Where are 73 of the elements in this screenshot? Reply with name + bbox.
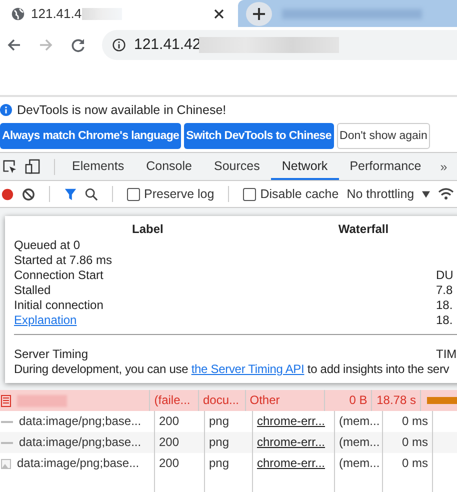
record-icon[interactable]: [1, 188, 14, 200]
server-timing-title: Server Timing: [14, 347, 88, 362]
close-icon[interactable]: [214, 8, 224, 18]
timing-label: Initial connection: [14, 298, 104, 313]
devtools-tab[interactable]: Console: [135, 153, 203, 180]
waterfall-bar: [426, 397, 457, 404]
infobar-button[interactable]: Don't show again: [336, 123, 430, 149]
checkbox[interactable]: Preserve log: [127, 187, 214, 201]
blurred-text: [82, 8, 122, 20]
timing-label: Stalled: [14, 283, 51, 298]
table-cell-text: data:image/png;base...: [19, 434, 142, 451]
table-cell: 200: [155, 453, 205, 474]
timing-value: TIM: [436, 347, 457, 362]
dropdown-caret-icon[interactable]: [422, 190, 430, 198]
back-icon[interactable]: [6, 36, 22, 52]
plus-icon: [253, 8, 265, 20]
table-cell-text: data:image/png;base...: [17, 455, 140, 472]
server-timing-api-link[interactable]: the Server Timing API: [191, 362, 304, 376]
timing-value: DU: [436, 268, 454, 283]
table-cell: Other: [246, 390, 326, 411]
timing-value: 18.: [436, 298, 453, 313]
table-cell: 200: [155, 432, 205, 453]
table-cell: 0 ms: [383, 453, 433, 474]
devtools-tab[interactable]: Sources: [202, 153, 271, 180]
table-cell: 0 B: [325, 390, 372, 411]
timing-label: Started at 7.86 ms: [14, 253, 112, 268]
infobar-message: DevTools is now available in Chinese!: [17, 103, 226, 117]
table-cell: (faile...: [150, 390, 199, 411]
timing-label: Queued at 0: [14, 238, 80, 253]
inspect-icon[interactable]: [2, 159, 17, 174]
dash-icon: [1, 440, 13, 444]
address-bar[interactable]: 121.41.42: [102, 30, 457, 60]
search-icon[interactable]: [85, 188, 98, 200]
table-cell: 0 ms: [383, 432, 433, 453]
table-cell: png: [205, 432, 253, 453]
table-cell: png: [205, 453, 253, 474]
timing-value: 7.8: [436, 283, 453, 298]
devtools-tab[interactable]: Performance: [338, 153, 432, 180]
table-cell[interactable]: chrome-err...: [253, 453, 335, 474]
infobar-button[interactable]: Always match Chrome's language: [0, 123, 182, 149]
checkbox[interactable]: Disable cache: [243, 187, 339, 201]
table-cell-text: data:image/png;base...: [19, 413, 142, 430]
document-icon: [1, 394, 11, 406]
request-row[interactable]: data:image/png;base... 200 png chrome-err... (mem... 0 ms: [0, 432, 457, 453]
tab-title: 121.41.4: [31, 6, 82, 21]
reload-icon[interactable]: [70, 36, 86, 52]
timing-label: Connection Start: [14, 268, 104, 283]
column-header: Label: [132, 222, 164, 238]
info-icon: [112, 38, 126, 52]
device-icon[interactable]: [25, 159, 40, 174]
server-timing-description: During development, you can use the Server Timing API to add insights into the serv: [14, 362, 450, 377]
wifi-icon[interactable]: [438, 187, 454, 201]
table-cell: (mem...: [335, 453, 383, 474]
table-cell: 18.78 s: [372, 390, 421, 411]
filter-icon[interactable]: [64, 188, 77, 200]
throttling-dropdown[interactable]: No throttling: [346, 187, 414, 201]
table-cell: docu...: [198, 390, 246, 411]
globe-icon: [11, 6, 25, 20]
devtools-tab[interactable]: Network: [270, 153, 339, 180]
request-row[interactable]: data:image/png;base... 200 png chrome-err... (mem... 0 ms: [0, 453, 457, 474]
more-tabs-button[interactable]: »: [432, 160, 448, 174]
url-text: 121.41.42: [134, 36, 201, 53]
clear-icon[interactable]: [22, 188, 35, 200]
timing-value: 18.: [436, 313, 453, 328]
dash-icon: [1, 420, 13, 424]
column-header: Waterfall: [338, 222, 389, 238]
infobar-button[interactable]: Switch DevTools to Chinese: [184, 123, 334, 149]
explanation-link[interactable]: Explanation: [14, 313, 77, 328]
blurred-text: [17, 394, 67, 406]
devtools-tab[interactable]: Elements: [61, 153, 136, 180]
table-cell[interactable]: chrome-err...: [253, 432, 335, 453]
table-cell: (mem...: [335, 432, 383, 453]
new-tab-button[interactable]: [246, 2, 272, 26]
